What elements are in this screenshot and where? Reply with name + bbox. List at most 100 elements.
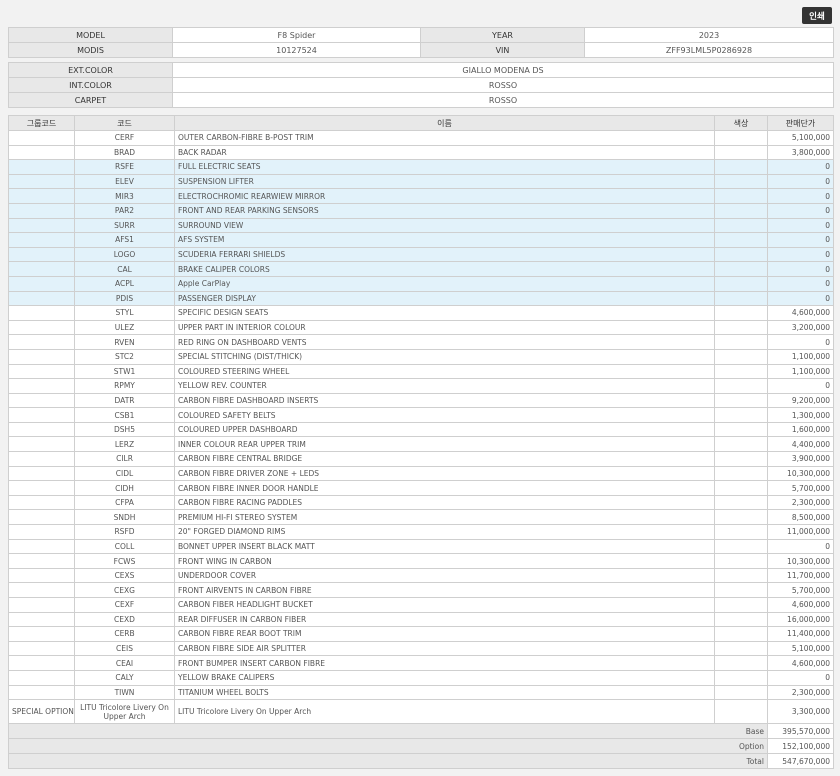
table-row: RSFD 20" FORGED DIAMOND RIMS 11,000,000	[8, 524, 834, 540]
color-cell	[714, 582, 768, 598]
price-cell: 9,200,000	[767, 392, 834, 409]
price-cell: 5,100,000	[767, 640, 834, 657]
color-cell	[714, 130, 768, 146]
group-code-cell	[8, 655, 75, 671]
name-cell: BACK RADAR	[174, 144, 715, 161]
group-code-cell	[8, 436, 75, 453]
total-row-base: Base 395,570,000	[8, 723, 834, 740]
code-cell: CSB1	[74, 407, 175, 423]
code-cell: TIWN	[74, 684, 175, 701]
group-code-cell	[8, 480, 75, 496]
group-code-cell	[8, 567, 75, 584]
name-cell: YELLOW REV. COUNTER	[174, 378, 715, 394]
table-row: DATR CARBON FIBRE DASHBOARD INSERTS 9,200,…	[8, 392, 834, 409]
name-cell: FRONT WING IN CARBON	[174, 553, 715, 569]
name-cell: SPECIAL STITCHING (DIST/THICK)	[174, 348, 715, 365]
color-cell	[714, 173, 768, 190]
group-code-cell	[8, 261, 75, 277]
color-cell	[714, 451, 768, 467]
price-cell: 0	[767, 334, 834, 350]
name-cell: CARBON FIBRE DASHBOARD INSERTS	[174, 392, 715, 409]
price-cell: 1,300,000	[767, 407, 834, 423]
code-cell: LITU Tricolore Livery On Upper Arch	[74, 699, 175, 725]
modis-row: MODIS 10127524 VIN ZFF93LML5P0286928	[8, 42, 834, 58]
name-cell: REAR DIFFUSER IN CARBON FIBER	[174, 611, 715, 628]
color-cell	[714, 655, 768, 671]
color-cell	[714, 421, 768, 438]
price-cell: 4,600,000	[767, 305, 834, 321]
code-cell: CEXF	[74, 597, 175, 613]
options-table: 그룹코드 코드 이름 색상 판매단가 CERF OUTER CARBON-FIBR…	[8, 115, 834, 770]
name-cell: 20" FORGED DIAMOND RIMS	[174, 524, 715, 540]
price-cell: 3,900,000	[767, 451, 834, 467]
table-row: MIR3 ELECTROCHROMIC REARWIEW MIRROR 0	[8, 188, 834, 204]
table-row: SPECIAL OPTION LITU Tricolore Livery On U…	[8, 699, 834, 725]
table-row: CEXF CARBON FIBER HEADLIGHT BUCKET 4,600,0…	[8, 597, 834, 613]
color-cell	[714, 465, 768, 482]
code-cell: RVEN	[74, 334, 175, 350]
table-row: CAL BRAKE CALIPER COLORS 0	[8, 261, 834, 277]
group-code-cell	[8, 202, 75, 219]
code-cell: CEIS	[74, 640, 175, 657]
code-cell: RSFE	[74, 159, 175, 175]
price-cell: 5,100,000	[767, 130, 834, 146]
code-cell: CEXD	[74, 611, 175, 628]
group-code-cell	[8, 494, 75, 511]
name-cell: INNER COLOUR REAR UPPER TRIM	[174, 436, 715, 453]
table-row: CEXG FRONT AIRVENTS IN CARBON FIBRE 5,700,…	[8, 582, 834, 598]
name-cell: Apple CarPlay	[174, 275, 715, 292]
code-cell: ULEZ	[74, 319, 175, 336]
code-cell: CERF	[74, 130, 175, 146]
group-code-cell	[8, 173, 75, 190]
color-cell	[714, 144, 768, 161]
table-row: CEXD REAR DIFFUSER IN CARBON FIBER 16,000,…	[8, 611, 834, 628]
name-cell: YELLOW BRAKE CALIPERS	[174, 669, 715, 686]
table-row: PDIS PASSENGER DISPLAY 0	[8, 290, 834, 307]
group-code-cell	[8, 538, 75, 555]
name-cell: BRAKE CALIPER COLORS	[174, 261, 715, 277]
carpet-row: CARPET ROSSO	[8, 92, 834, 108]
header-color: 색상	[714, 115, 768, 131]
color-cell	[714, 188, 768, 204]
year-label: YEAR	[420, 27, 585, 43]
group-code-cell	[8, 684, 75, 701]
color-cell	[714, 202, 768, 219]
name-cell: SPECIFIC DESIGN SEATS	[174, 305, 715, 321]
price-cell: 0	[767, 378, 834, 394]
price-cell: 4,600,000	[767, 655, 834, 671]
table-row: COLL BONNET UPPER INSERT BLACK MATT 0	[8, 538, 834, 555]
table-row: CIDL CARBON FIBRE DRIVER ZONE + LEDS 10,30…	[8, 465, 834, 482]
name-cell: CARBON FIBRE SIDE AIR SPLITTER	[174, 640, 715, 657]
code-cell: RPMY	[74, 378, 175, 394]
name-cell: LITU Tricolore Livery On Upper Arch	[174, 699, 715, 725]
color-cell	[714, 407, 768, 423]
name-cell: FRONT AND REAR PARKING SENSORS	[174, 202, 715, 219]
table-row: ULEZ UPPER PART IN INTERIOR COLOUR 3,200,0…	[8, 319, 834, 336]
code-cell: ACPL	[74, 275, 175, 292]
code-cell: CALY	[74, 669, 175, 686]
price-cell: 1,100,000	[767, 348, 834, 365]
price-cell: 5,700,000	[767, 582, 834, 598]
color-cell	[714, 159, 768, 175]
group-code-cell	[8, 524, 75, 540]
table-row: LERZ INNER COLOUR REAR UPPER TRIM 4,400,00…	[8, 436, 834, 453]
color-cell	[714, 684, 768, 701]
table-row: CERF OUTER CARBON-FIBRE B-POST TRIM 5,100,…	[8, 130, 834, 146]
code-cell: MIR3	[74, 188, 175, 204]
price-cell: 11,400,000	[767, 626, 834, 642]
color-cell	[714, 232, 768, 248]
total-row-option: Option 152,100,000	[8, 738, 834, 755]
name-cell: COLOURED STEERING WHEEL	[174, 363, 715, 380]
name-cell: FRONT BUMPER INSERT CARBON FIBRE	[174, 655, 715, 671]
table-row: CILR CARBON FIBRE CENTRAL BRIDGE 3,900,000	[8, 451, 834, 467]
color-cell	[714, 480, 768, 496]
color-cell	[714, 392, 768, 409]
code-cell: CEXS	[74, 567, 175, 584]
color-cell	[714, 246, 768, 263]
print-button[interactable]: 인쇄	[802, 7, 832, 24]
group-code-cell	[8, 640, 75, 657]
color-cell	[714, 567, 768, 584]
name-cell: PREMIUM HI-FI STEREO SYSTEM	[174, 509, 715, 526]
color-cell	[714, 669, 768, 686]
code-cell: DATR	[74, 392, 175, 409]
